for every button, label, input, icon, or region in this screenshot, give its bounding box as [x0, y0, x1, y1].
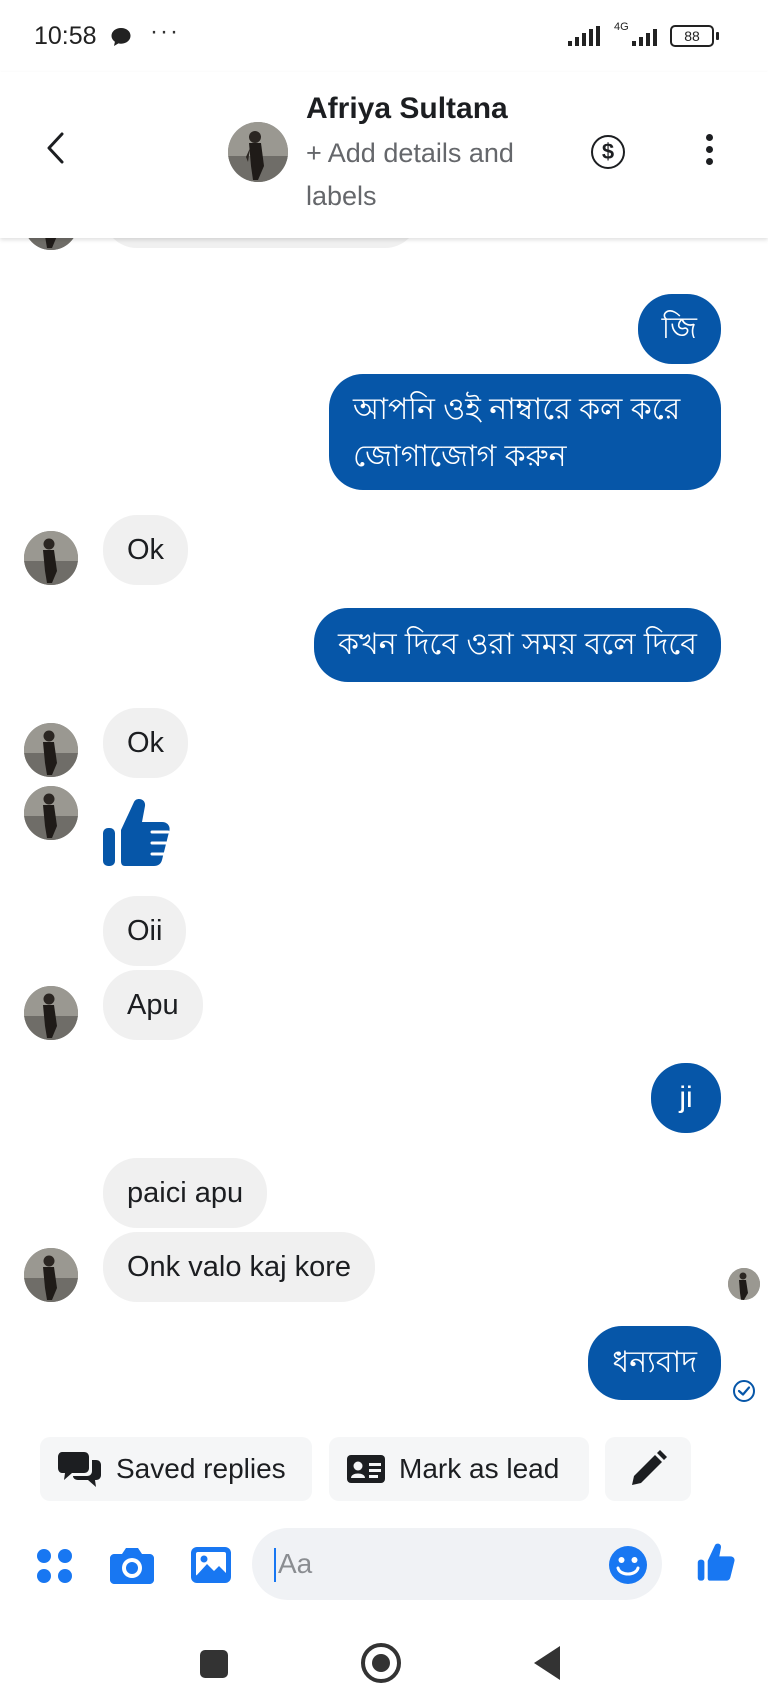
signal-icon-2: [632, 26, 662, 51]
sender-avatar: [24, 723, 78, 777]
network-type: 4G: [614, 21, 629, 33]
message-bubble-outgoing[interactable]: জি: [637, 294, 721, 364]
emoji-icon[interactable]: [608, 1545, 648, 1590]
message-composer: Aa: [0, 1528, 768, 1600]
more-vertical-icon[interactable]: [702, 134, 716, 170]
seen-indicator-avatar: [728, 1268, 760, 1300]
status-bar: 10:58 ··· 4G 88: [0, 0, 768, 72]
text-caret: [274, 1548, 276, 1582]
add-details-link[interactable]: + Add details and labels: [306, 132, 526, 218]
message-list[interactable]: Ami basay chilam nn জি আপনি ওই নাম্বারে …: [0, 218, 768, 1413]
quick-actions-bar: Saved replies Mark as lead: [0, 1437, 768, 1501]
sender-avatar: [24, 786, 78, 840]
battery-icon: 88: [670, 25, 719, 47]
message-input-placeholder: Aa: [278, 1548, 313, 1579]
mark-as-lead-label: Mark as lead: [399, 1453, 560, 1484]
saved-replies-button[interactable]: Saved replies: [40, 1437, 312, 1501]
back-arrow-icon[interactable]: [40, 128, 72, 168]
gallery-icon[interactable]: [190, 1545, 232, 1590]
home-button[interactable]: [361, 1643, 401, 1683]
message-bubble-outgoing[interactable]: ji: [651, 1063, 721, 1133]
apps-icon[interactable]: [36, 1548, 74, 1589]
sender-avatar: [24, 986, 78, 1040]
sent-check-icon: [733, 1380, 755, 1402]
contact-name[interactable]: Afriya Sultana: [306, 92, 508, 126]
saved-replies-icon: [58, 1450, 102, 1488]
signal-icon: [568, 26, 602, 51]
message-bubble-incoming[interactable]: paici apu: [103, 1158, 268, 1228]
conversation-header: Afriya Sultana + Add details and labels …: [0, 72, 768, 238]
sender-avatar: [24, 1248, 78, 1302]
message-bubble-incoming[interactable]: Apu: [103, 970, 203, 1040]
saved-replies-label: Saved replies: [116, 1453, 286, 1484]
recent-apps-button[interactable]: [200, 1650, 228, 1678]
message-bubble-incoming[interactable]: Ok: [103, 708, 189, 778]
camera-icon[interactable]: [109, 1545, 155, 1590]
message-bubble-outgoing[interactable]: কখন দিবে ওরা সময় বলে দিবে: [314, 608, 721, 682]
mark-as-lead-button[interactable]: Mark as lead: [329, 1437, 589, 1501]
message-input[interactable]: Aa: [252, 1528, 662, 1600]
thumbs-up-send-icon[interactable]: [694, 1542, 738, 1589]
dollar-icon[interactable]: $: [591, 135, 625, 169]
chat-notification-icon: [110, 27, 132, 52]
system-navigation-bar: [0, 1620, 768, 1708]
sender-avatar: [24, 531, 78, 585]
message-bubble-outgoing[interactable]: আপনি ওই নাম্বারে কল করে জোগাজোগ করুন: [329, 374, 721, 490]
lead-card-icon: [347, 1455, 385, 1483]
status-more-indicator: ···: [150, 18, 180, 45]
message-bubble-incoming[interactable]: Onk valo kaj kore: [103, 1232, 376, 1302]
pencil-icon: [629, 1450, 667, 1488]
status-time: 10:58: [34, 22, 97, 50]
message-bubble-outgoing[interactable]: ধন্যবাদ: [588, 1326, 721, 1400]
message-bubble-incoming[interactable]: Ok: [103, 515, 189, 585]
message-bubble-incoming[interactable]: Oii: [103, 896, 187, 966]
thumbs-up-icon[interactable]: [100, 796, 172, 877]
system-back-button[interactable]: [534, 1646, 560, 1680]
edit-button[interactable]: [605, 1437, 691, 1501]
contact-avatar[interactable]: [228, 122, 288, 182]
